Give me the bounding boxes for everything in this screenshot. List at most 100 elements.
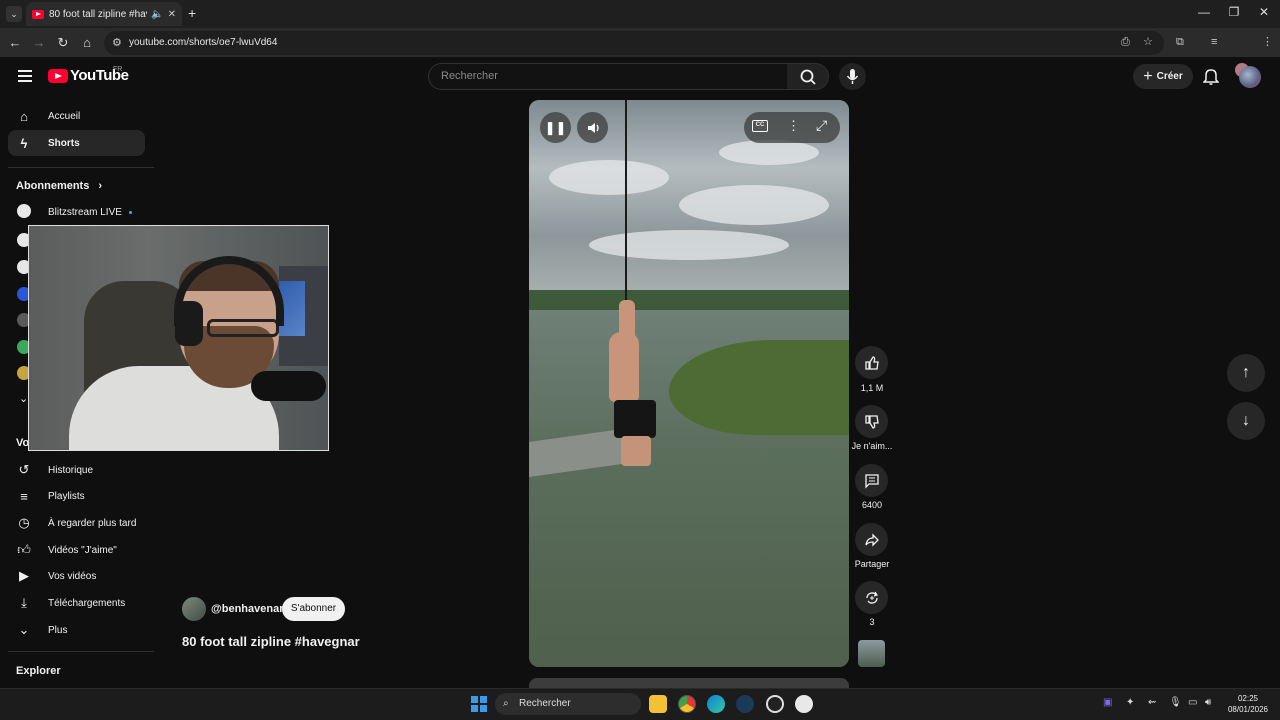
browser-menu-icon[interactable]: ⋮: [1262, 35, 1273, 48]
address-bar[interactable]: ⚙ youtube.com/shorts/oe7-lwuVd64: [104, 31, 1164, 55]
sidebar-divider: [8, 651, 154, 652]
arrow-up-icon: ↑: [1242, 364, 1250, 381]
volume-icon[interactable]: 🔊︎: [1205, 697, 1211, 708]
sidebar-item-liked-videos[interactable]: 👍︎ Vidéos "J'aime": [8, 537, 145, 563]
youtube-logo-icon[interactable]: [48, 69, 68, 83]
next-short-button[interactable]: ↓: [1227, 402, 1265, 440]
taskbar-search-label: Rechercher: [519, 698, 571, 709]
sidebar-item-downloads[interactable]: ⤓ Téléchargements: [8, 590, 145, 616]
arrow-down-icon: ↓: [1242, 412, 1250, 429]
remix-button[interactable]: [855, 581, 888, 614]
menu-icon[interactable]: [18, 70, 32, 82]
sidebar-item-shorts[interactable]: ϟ Shorts: [8, 130, 145, 156]
media-controls-icon[interactable]: ≡: [1211, 36, 1217, 48]
forward-icon[interactable]: →: [29, 35, 49, 50]
back-icon[interactable]: ←: [5, 35, 25, 50]
network-icon[interactable]: ▭: [1188, 697, 1197, 708]
sidebar-item-label: Vos vidéos: [48, 570, 97, 582]
channel-avatar[interactable]: [182, 597, 206, 621]
volume-button[interactable]: [577, 112, 608, 143]
file-explorer-icon[interactable]: [649, 695, 667, 713]
speaker-icon[interactable]: 🔈: [151, 9, 163, 20]
voice-search-button[interactable]: [839, 63, 866, 90]
dislike-button[interactable]: [855, 405, 888, 438]
tray-app-icon[interactable]: ▣: [1103, 697, 1112, 708]
history-icon: ↺: [18, 462, 30, 477]
close-window-button[interactable]: ✕: [1249, 5, 1279, 19]
taskbar-clock[interactable]: 02:25 08/01/2026: [1222, 693, 1274, 715]
edge-icon[interactable]: [707, 695, 725, 713]
country-code: FR: [113, 66, 123, 73]
reload-icon[interactable]: ↻: [53, 35, 73, 51]
like-count: 1,1 M: [860, 383, 884, 393]
new-tab-button[interactable]: +: [188, 5, 196, 21]
audio-thumbnail[interactable]: [858, 640, 885, 667]
channel-avatar: [8, 203, 40, 221]
microphone-icon[interactable]: 🎙︎: [1169, 697, 1182, 708]
bookmark-star-icon[interactable]: ☆: [1143, 35, 1153, 48]
chevron-right-icon: ›: [98, 180, 103, 192]
like-button[interactable]: [855, 346, 888, 379]
steam-icon[interactable]: [736, 695, 754, 713]
subscribe-button[interactable]: S'abonner: [282, 597, 345, 621]
create-label: Créer: [1156, 71, 1183, 82]
extensions-icon[interactable]: ⧉: [1176, 36, 1184, 49]
sidebar-item-label: Historique: [48, 464, 94, 476]
chrome-icon[interactable]: [678, 695, 696, 713]
tab-search-button[interactable]: ⌄: [6, 6, 22, 22]
account-avatar[interactable]: [1239, 66, 1261, 88]
download-icon: ⤓: [21, 595, 27, 610]
short-video-player[interactable]: [529, 100, 849, 667]
next-short-preview: [529, 678, 849, 688]
sidebar-item-home[interactable]: ⌂ Accueil: [8, 103, 145, 129]
share-button[interactable]: [855, 523, 888, 556]
chevron-down-icon: ⌄: [18, 622, 30, 637]
sidebar-item-your-videos[interactable]: ▶ Vos vidéos: [8, 563, 145, 589]
pause-button[interactable]: ❚❚: [540, 112, 571, 143]
obs-icon[interactable]: [766, 695, 784, 713]
thumb-up-icon: [864, 355, 879, 370]
search-button[interactable]: [787, 63, 829, 90]
windows-start-icon[interactable]: [471, 696, 487, 712]
more-options-icon[interactable]: ⋮: [787, 118, 800, 134]
home-icon[interactable]: ⌂: [77, 35, 97, 50]
channel-name[interactable]: @benhavenar: [211, 603, 283, 615]
webcam-overlay: [28, 225, 329, 451]
subscriptions-heading[interactable]: Abonnements ›: [16, 180, 102, 192]
create-button[interactable]: + Créer: [1133, 64, 1193, 89]
video-icon: ▶: [19, 568, 29, 583]
live-indicator-dot: [129, 211, 132, 214]
browser-tab[interactable]: 80 foot tall zipline #havegnar 🔈 ✕: [26, 2, 182, 26]
browser-toolbar: ← → ↻ ⌂ ⚙ youtube.com/shorts/oe7-lwuVd64…: [0, 28, 1280, 77]
minimize-button[interactable]: —: [1189, 5, 1219, 19]
overwatch-icon[interactable]: [795, 695, 813, 713]
notifications-button[interactable]: [1202, 68, 1220, 90]
subscriptions-heading-label: Abonnements: [16, 180, 90, 192]
fullscreen-icon[interactable]: ⤢: [816, 117, 827, 134]
share-label: Partager: [854, 559, 890, 569]
search-input[interactable]: Rechercher: [428, 63, 788, 90]
sidebar-item-label: Playlists: [48, 490, 85, 502]
site-info-icon[interactable]: ⚙: [112, 31, 122, 55]
playlist-icon: ≡: [20, 488, 28, 504]
chevron-down-icon[interactable]: ⌄: [19, 392, 28, 405]
maximize-button[interactable]: ❐: [1219, 5, 1249, 19]
home-icon: ⌂: [20, 108, 28, 124]
sidebar-item-more[interactable]: ⌄ Plus: [8, 617, 145, 643]
sidebar-item-playlists[interactable]: ≡ Playlists: [8, 483, 145, 509]
sidebar-item-history[interactable]: ↺ Historique: [8, 457, 145, 483]
search-icon: ⌕: [503, 698, 509, 709]
install-app-icon[interactable]: ⎙: [1121, 36, 1130, 49]
close-tab-icon[interactable]: ✕: [168, 9, 176, 20]
comments-button[interactable]: [855, 464, 888, 497]
plus-icon: +: [1143, 67, 1153, 85]
previous-short-button[interactable]: ↑: [1227, 354, 1265, 392]
tray-app-icon[interactable]: ✦: [1126, 697, 1134, 708]
explore-heading: Explorer: [16, 665, 61, 677]
sidebar-item-watch-later[interactable]: ◷ À regarder plus tard: [8, 510, 145, 536]
tray-app-icon[interactable]: ⇜: [1148, 697, 1156, 708]
taskbar-search[interactable]: ⌕ Rechercher: [495, 693, 641, 715]
clock-date: 08/01/2026: [1227, 705, 1269, 714]
sidebar-subscription-item[interactable]: Blitzstream LIVE: [8, 199, 145, 225]
captions-icon[interactable]: CC: [752, 120, 768, 132]
